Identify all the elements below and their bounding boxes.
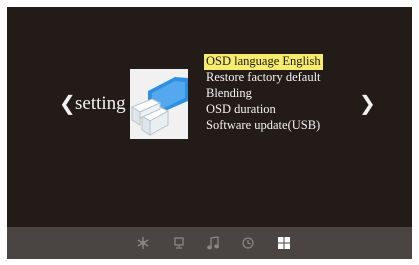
bottom-dock	[7, 227, 412, 259]
page-title: setting	[75, 93, 126, 114]
settings-tiles-icon	[130, 69, 188, 139]
settings-menu: OSD language English Restore factory def…	[204, 52, 323, 134]
music-note-icon[interactable]	[206, 236, 220, 250]
menu-item-osd-language[interactable]: OSD language English	[204, 54, 323, 70]
snowflake-icon[interactable]	[136, 236, 150, 250]
menu-item-software-update[interactable]: Software update(USB)	[204, 118, 323, 134]
next-page-arrow-icon[interactable]: ❯	[359, 93, 376, 113]
menu-item-blending[interactable]: Blending	[204, 86, 323, 102]
menu-item-restore-factory-default[interactable]: Restore factory default	[204, 70, 323, 86]
settings-page: ❮ setting OSD language English Restore f…	[7, 7, 412, 227]
prev-page-arrow-icon[interactable]: ❮	[59, 93, 76, 113]
clock-icon[interactable]	[241, 236, 255, 250]
monitor-icon[interactable]	[172, 236, 186, 250]
menu-item-osd-duration[interactable]: OSD duration	[204, 102, 323, 118]
windows-grid-icon[interactable]	[277, 236, 291, 250]
osd-screen: ❮ setting OSD language English Restore f…	[7, 7, 412, 259]
